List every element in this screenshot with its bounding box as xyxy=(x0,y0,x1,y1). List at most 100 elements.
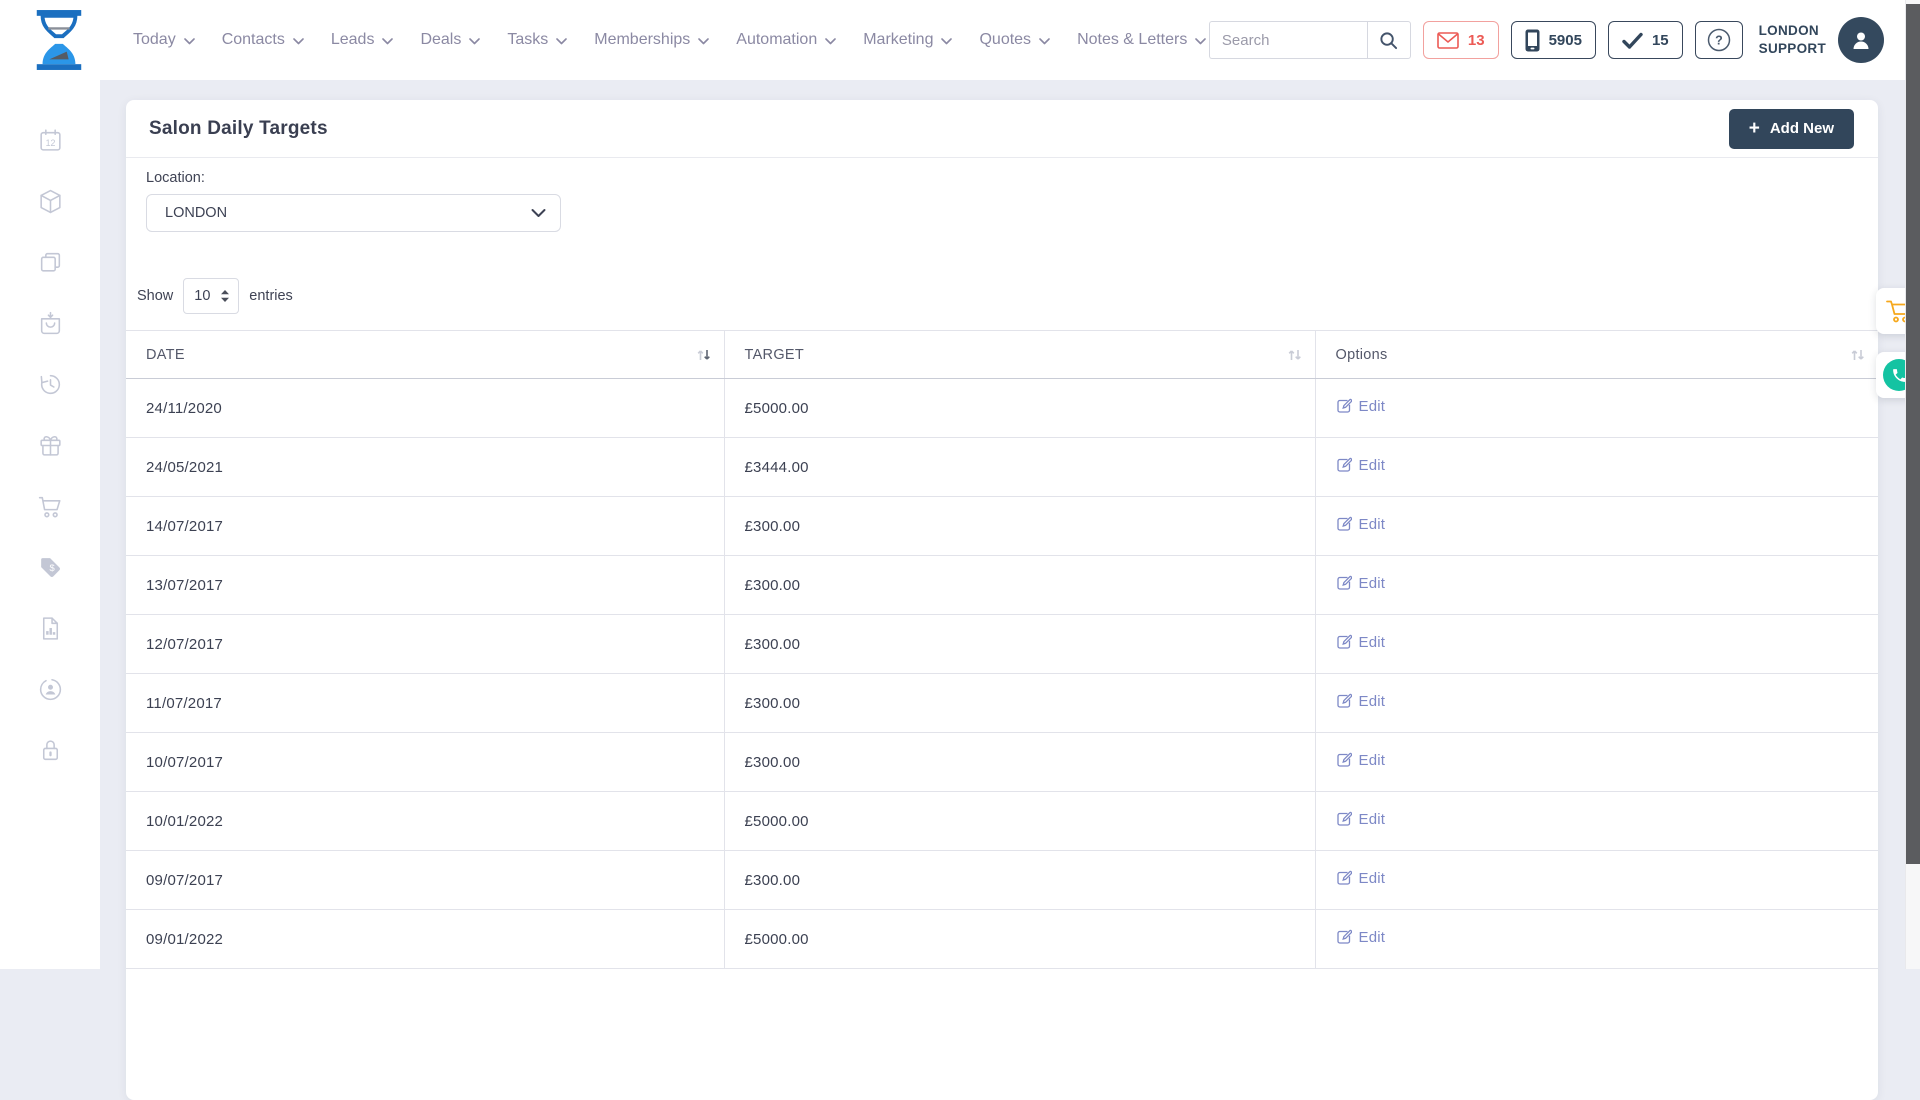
package-icon[interactable] xyxy=(37,188,64,215)
edit-link[interactable]: Edit xyxy=(1336,516,1386,533)
edit-icon xyxy=(1336,693,1352,709)
search-group xyxy=(1209,21,1411,59)
edit-link[interactable]: Edit xyxy=(1336,752,1386,769)
column-header-target[interactable]: TARGET xyxy=(724,331,1315,379)
edit-link[interactable]: Edit xyxy=(1336,457,1386,474)
options-cell: Edit xyxy=(1315,674,1878,733)
options-cell: Edit xyxy=(1315,497,1878,556)
edit-icon xyxy=(1336,516,1352,532)
edit-link[interactable]: Edit xyxy=(1336,575,1386,592)
table-header-row: DATE TARGET Options xyxy=(126,331,1878,379)
mail-badge[interactable]: 13 xyxy=(1423,21,1499,59)
tasks-badge[interactable]: 15 xyxy=(1608,21,1683,59)
sort-icon xyxy=(696,347,712,362)
date-cell: 09/01/2022 xyxy=(126,910,724,969)
nav-item-leads[interactable]: Leads xyxy=(331,31,394,49)
nav-item-today[interactable]: Today xyxy=(133,31,195,49)
date-cell: 12/07/2017 xyxy=(126,615,724,674)
edit-icon xyxy=(1336,870,1352,886)
nav-item-automation[interactable]: Automation xyxy=(736,31,836,49)
nav-item-memberships[interactable]: Memberships xyxy=(594,31,709,49)
nav-item-contacts[interactable]: Contacts xyxy=(222,31,304,49)
options-cell: Edit xyxy=(1315,792,1878,851)
gift-icon[interactable] xyxy=(37,432,64,459)
sort-icon xyxy=(1850,347,1866,362)
nav-item-notes-letters[interactable]: Notes & Letters xyxy=(1077,31,1206,49)
column-header-options[interactable]: Options xyxy=(1315,331,1878,379)
layers-icon[interactable] xyxy=(37,249,64,276)
search-input[interactable] xyxy=(1209,21,1367,59)
scrollbar-thumb[interactable] xyxy=(1906,4,1920,864)
show-label: Show xyxy=(137,288,173,304)
tasks-count: 15 xyxy=(1652,32,1669,49)
user-name: LONDON SUPPORT xyxy=(1759,22,1826,57)
account-icon[interactable] xyxy=(37,676,64,703)
chevron-down-icon xyxy=(1195,38,1206,45)
chevron-down-icon xyxy=(293,38,304,45)
edit-link[interactable]: Edit xyxy=(1336,811,1386,828)
target-cell: £300.00 xyxy=(724,556,1315,615)
date-cell: 24/11/2020 xyxy=(126,379,724,438)
svg-text:?: ? xyxy=(1715,34,1723,48)
target-cell: £300.00 xyxy=(724,851,1315,910)
edit-link[interactable]: Edit xyxy=(1336,870,1386,887)
table-row: 10/01/2022£5000.00Edit xyxy=(126,792,1878,851)
report-icon[interactable] xyxy=(37,615,64,642)
nav-item-tasks[interactable]: Tasks xyxy=(507,31,567,49)
plus-icon: + xyxy=(1749,119,1760,138)
app-logo[interactable] xyxy=(30,9,88,71)
nav-item-deals[interactable]: Deals xyxy=(420,31,480,49)
table-row: 12/07/2017£300.00Edit xyxy=(126,615,1878,674)
show-entries-row: Show 10 entries xyxy=(137,278,1878,314)
location-value: LONDON xyxy=(165,205,227,221)
column-header-date[interactable]: DATE xyxy=(126,331,724,379)
calendar-icon[interactable]: 12 xyxy=(37,127,64,154)
calls-badge[interactable]: 5905 xyxy=(1511,21,1596,59)
options-cell: Edit xyxy=(1315,615,1878,674)
avatar[interactable] xyxy=(1838,17,1884,63)
bag-icon[interactable] xyxy=(37,310,64,337)
user-name-line2: SUPPORT xyxy=(1759,40,1826,58)
nav-item-quotes[interactable]: Quotes xyxy=(979,31,1050,49)
chevron-down-icon xyxy=(556,38,567,45)
options-cell: Edit xyxy=(1315,851,1878,910)
tag-icon[interactable]: $ xyxy=(37,554,64,581)
chevron-down-icon xyxy=(382,38,393,45)
history-icon[interactable] xyxy=(37,371,64,398)
table-row: 24/05/2021£3444.00Edit xyxy=(126,438,1878,497)
edit-icon xyxy=(1336,929,1352,945)
cart-icon[interactable] xyxy=(37,493,64,520)
target-cell: £300.00 xyxy=(724,733,1315,792)
edit-link[interactable]: Edit xyxy=(1336,693,1386,710)
table-row: 10/07/2017£300.00 Edit xyxy=(126,733,1878,792)
help-badge[interactable]: ? xyxy=(1695,21,1743,59)
mail-icon xyxy=(1437,32,1459,49)
table-row: 09/01/2022£5000.00Edit xyxy=(126,910,1878,969)
options-cell: Edit xyxy=(1315,733,1878,792)
date-cell: 24/05/2021 xyxy=(126,438,724,497)
main-nav: Today Contacts Leads Deals Tasks Memberships A… xyxy=(133,0,1369,80)
target-cell: £300.00 xyxy=(724,497,1315,556)
search-icon xyxy=(1379,31,1398,50)
chevron-down-icon xyxy=(1039,38,1050,45)
lock-icon[interactable] xyxy=(37,737,64,764)
date-cell: 10/07/2017 xyxy=(126,733,724,792)
edit-link[interactable]: Edit xyxy=(1336,398,1386,415)
location-label: Location: xyxy=(146,170,1878,186)
mail-count: 13 xyxy=(1468,32,1485,49)
page-title: Salon Daily Targets xyxy=(149,118,328,140)
edit-link[interactable]: Edit xyxy=(1336,634,1386,651)
location-select[interactable]: LONDON xyxy=(146,194,561,232)
edit-icon xyxy=(1336,752,1352,768)
nav-item-marketing[interactable]: Marketing xyxy=(863,31,952,49)
add-new-button[interactable]: + Add New xyxy=(1729,109,1854,149)
page-size-value: 10 xyxy=(194,288,210,304)
chevron-down-icon xyxy=(825,38,836,45)
check-icon xyxy=(1622,32,1643,49)
search-button[interactable] xyxy=(1367,21,1411,59)
edit-link[interactable]: Edit xyxy=(1336,929,1386,946)
user-name-line1: LONDON xyxy=(1759,22,1826,40)
page-size-select[interactable]: 10 xyxy=(183,278,239,314)
add-new-label: Add New xyxy=(1770,120,1834,137)
edit-icon xyxy=(1336,634,1352,650)
